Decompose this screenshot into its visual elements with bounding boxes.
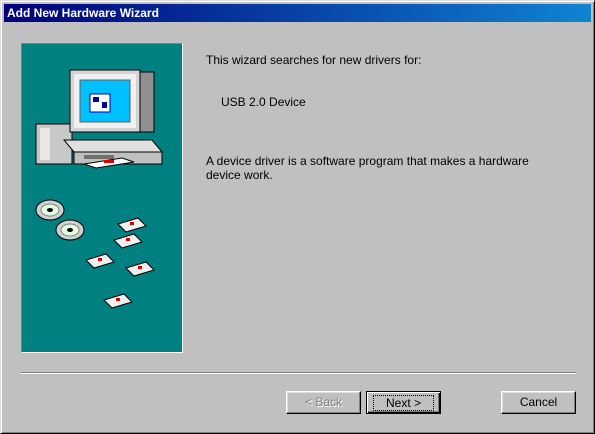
device-name: USB 2.0 Device — [221, 95, 306, 109]
wizard-window: Add New Hardware Wizard This wizard sear… — [0, 0, 595, 434]
cancel-button-label: Cancel — [519, 395, 558, 409]
window-title: Add New Hardware Wizard — [7, 6, 159, 20]
back-button-label: < Back — [304, 395, 343, 409]
next-button-label: Next > — [372, 395, 434, 411]
back-button[interactable]: < Back — [286, 391, 361, 414]
next-button[interactable]: Next > — [366, 391, 441, 414]
computer-illustration — [35, 69, 164, 309]
title-bar[interactable]: Add New Hardware Wizard — [4, 4, 591, 22]
floppy-disk-icon — [85, 217, 155, 309]
wizard-illustration-panel — [21, 43, 183, 353]
separator-line — [21, 372, 576, 374]
intro-text: This wizard searches for new drivers for… — [206, 53, 422, 67]
description-text: A device driver is a software program th… — [206, 154, 529, 182]
cancel-button[interactable]: Cancel — [501, 391, 576, 414]
cd-icon — [35, 199, 85, 241]
